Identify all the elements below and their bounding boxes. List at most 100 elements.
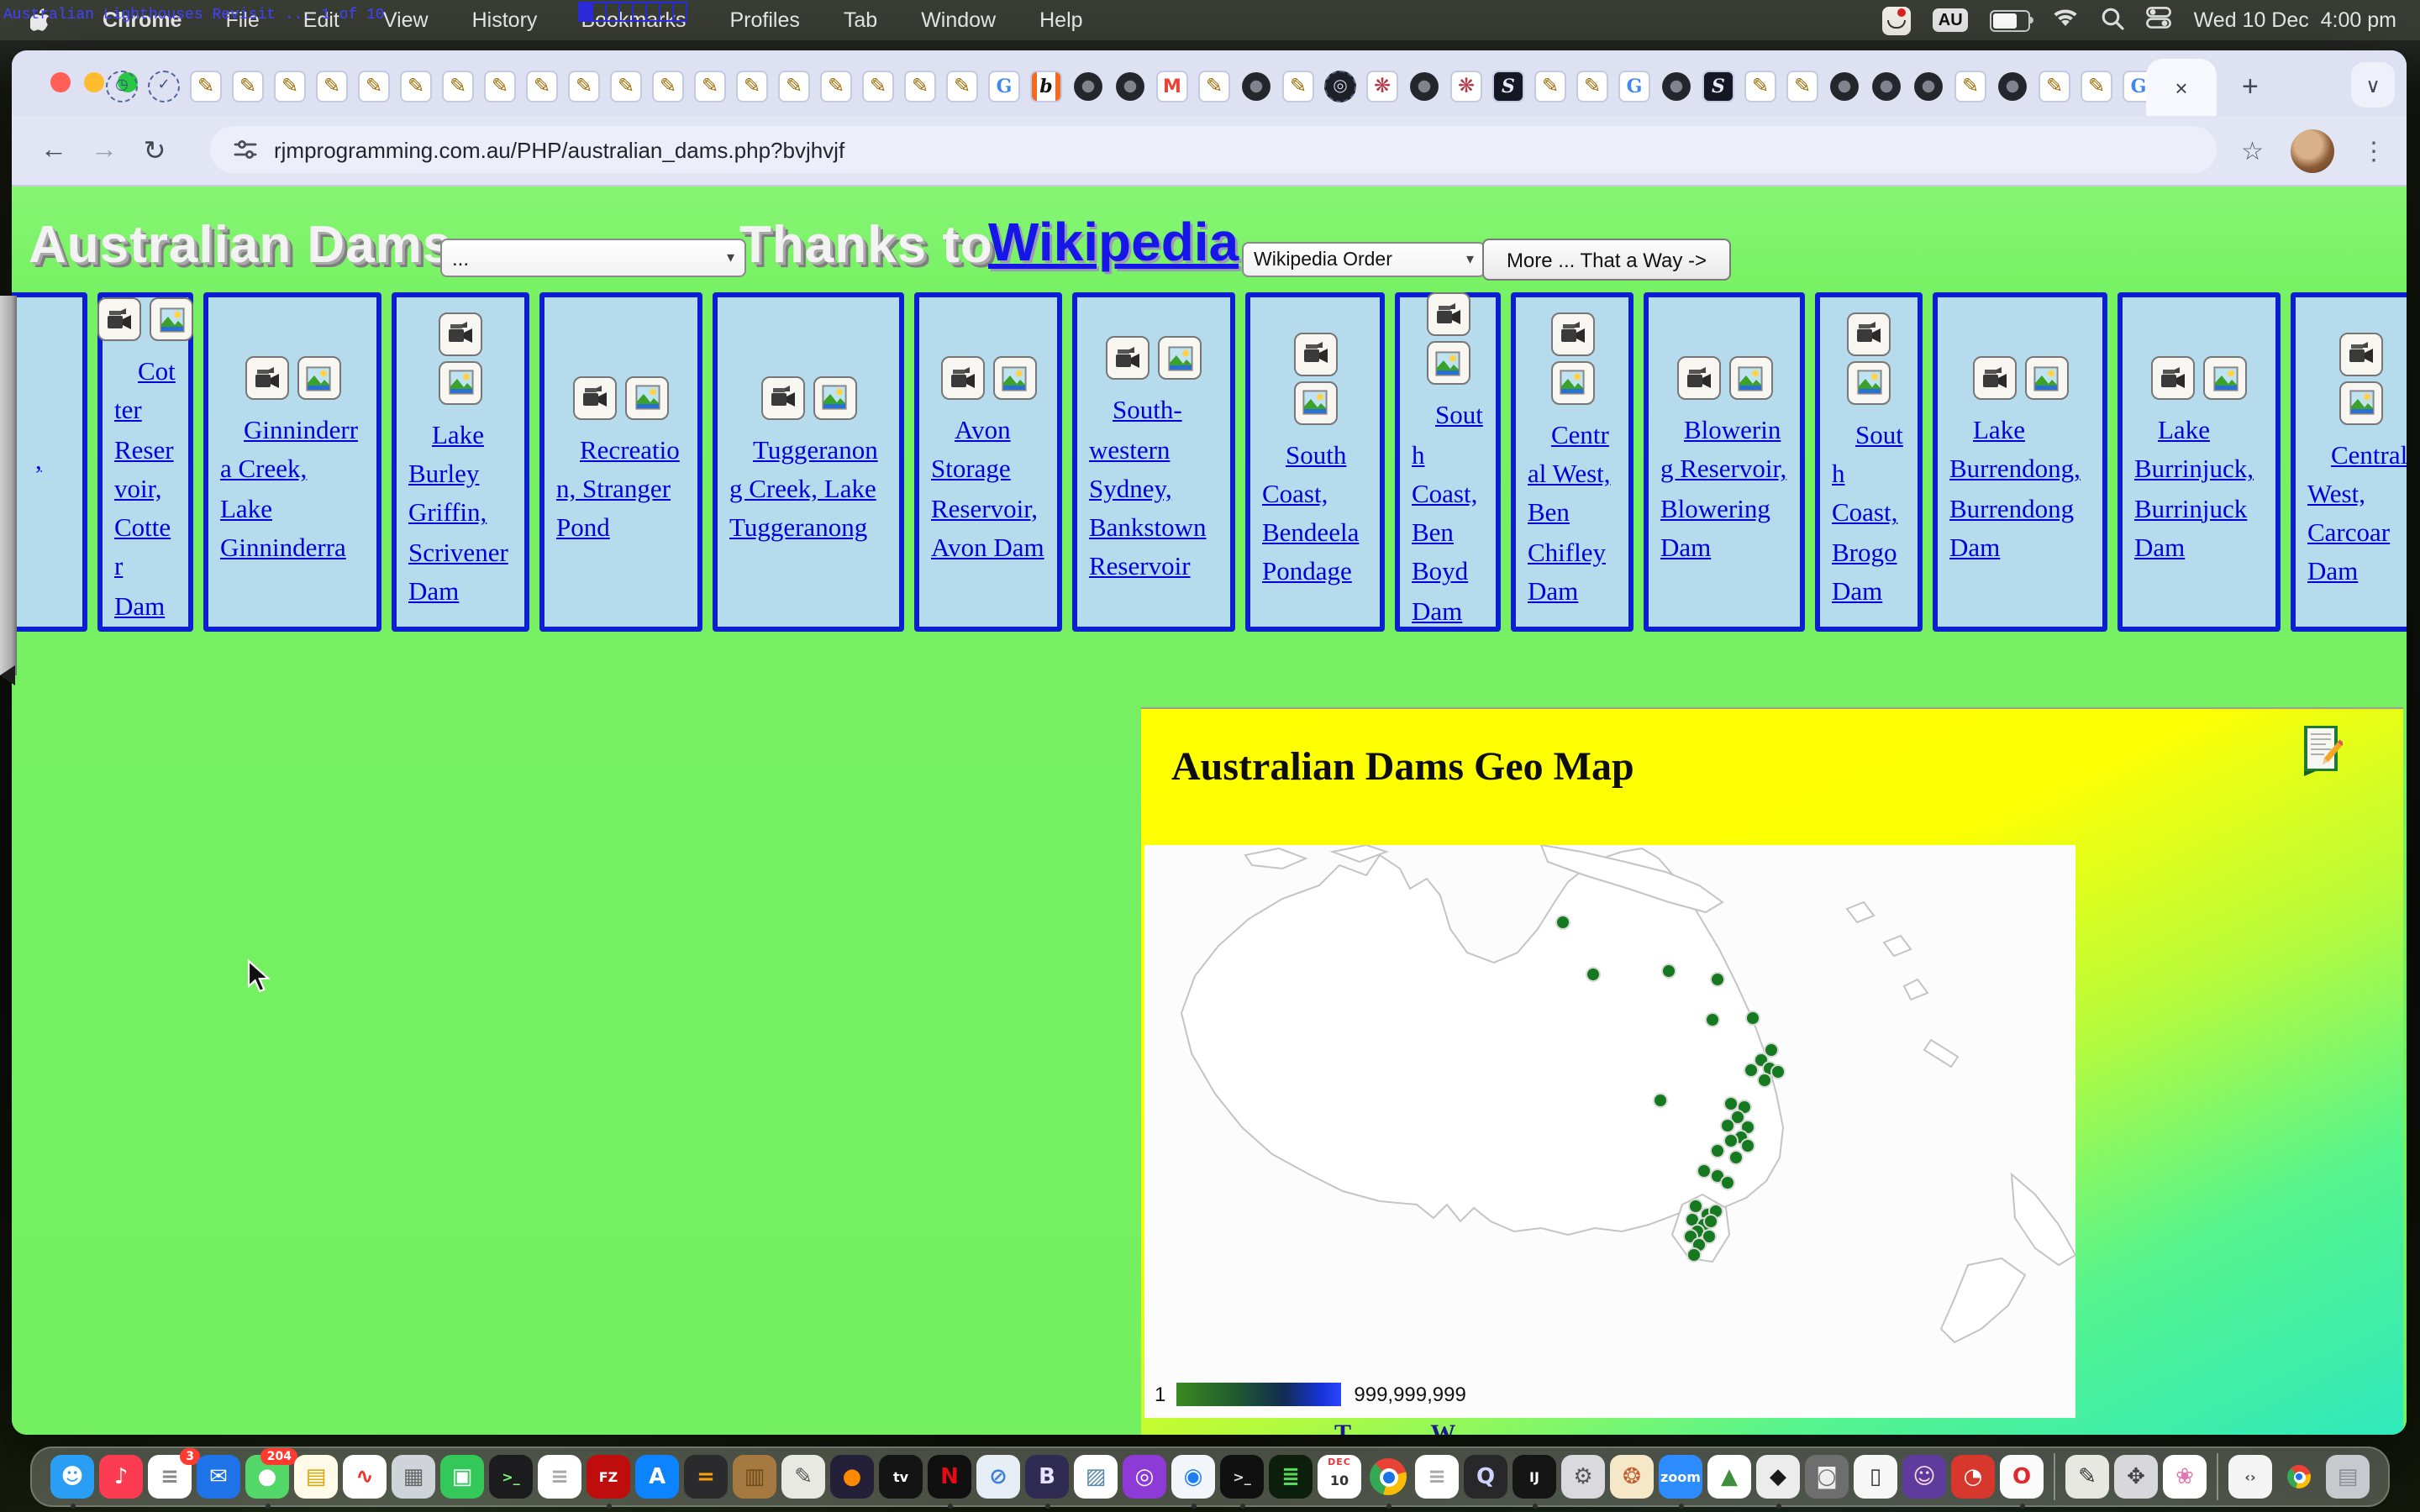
- dock-icon-appstore[interactable]: A: [635, 1455, 679, 1499]
- video-link-button[interactable]: [439, 312, 482, 356]
- dock-icon-terminal[interactable]: >_: [489, 1455, 533, 1499]
- pinned-tab-dots[interactable]: ❋: [1361, 64, 1403, 108]
- pinned-tab-chrome[interactable]: [1991, 64, 2033, 108]
- dam-location-dot[interactable]: [1744, 1063, 1758, 1077]
- address-bar[interactable]: rjmprogramming.com.au/PHP/australian_dam…: [210, 126, 2217, 173]
- pinned-tab-pencil[interactable]: ✎: [353, 64, 395, 108]
- dock-icon-calendar[interactable]: DEC10: [1318, 1455, 1361, 1499]
- dock-icon-mail[interactable]: ✉: [197, 1455, 240, 1499]
- image-link-button[interactable]: [297, 356, 340, 400]
- pinned-tab-target[interactable]: ◎: [1319, 64, 1361, 108]
- menubar-clock[interactable]: Wed 10 Dec 4:00 pm: [2194, 8, 2396, 32]
- pinned-tab-dots[interactable]: ❋: [1445, 64, 1487, 108]
- dock-icon-html-file[interactable]: ‹›: [2228, 1455, 2272, 1499]
- pinned-tab-chrome[interactable]: [1403, 64, 1445, 108]
- image-link-button[interactable]: [2339, 381, 2383, 424]
- image-link-button[interactable]: [2024, 356, 2068, 400]
- pinned-tab-pencil[interactable]: ✎: [857, 64, 899, 108]
- pinned-tab-pencil[interactable]: ✎: [899, 64, 941, 108]
- video-link-button[interactable]: [1426, 293, 1470, 337]
- pinned-tab-chrome[interactable]: [1907, 64, 1949, 108]
- battery-icon[interactable]: [1991, 9, 2031, 31]
- pinned-tab-pencil[interactable]: ✎: [2075, 64, 2118, 108]
- dam-location-dot[interactable]: [1697, 1164, 1711, 1178]
- dam-location-dot[interactable]: [1724, 1097, 1738, 1110]
- pinned-tab-clock2[interactable]: ✓: [143, 64, 185, 108]
- dam-link[interactable]: Cotter Reservoir, Cotter Dam: [103, 353, 188, 627]
- new-tab-button[interactable]: +: [2242, 71, 2259, 104]
- dock-icon-activity[interactable]: ∿: [343, 1455, 387, 1499]
- menu-item-help[interactable]: Help: [1018, 8, 1104, 32]
- dam-location-dot[interactable]: [1687, 1248, 1701, 1262]
- dock-icon-inkscape[interactable]: ◆: [1756, 1455, 1800, 1499]
- dam-link[interactable]: Ginninderra Creek, Lake Ginninderra: [208, 412, 376, 568]
- dock-icon-gimp[interactable]: ◙: [1805, 1455, 1849, 1499]
- pinned-tab-chrome[interactable]: [1655, 64, 1697, 108]
- tab-search-button[interactable]: ∨: [2351, 62, 2395, 108]
- pinned-tab-pencil[interactable]: ✎: [269, 64, 311, 108]
- dock-icon-zoom[interactable]: zoom: [1659, 1455, 1702, 1499]
- dock-icon-nosign[interactable]: ⊘: [976, 1455, 1020, 1499]
- dock-icon-finder[interactable]: ☻: [50, 1455, 94, 1499]
- image-link-button[interactable]: [1847, 361, 1891, 405]
- video-link-button[interactable]: [2151, 356, 2195, 400]
- pinned-tab-chrome[interactable]: [1823, 64, 1865, 108]
- dam-location-dot[interactable]: [1689, 1200, 1702, 1213]
- dock-icon-palette[interactable]: ❂: [1610, 1455, 1654, 1499]
- dock-icon-gauge-app[interactable]: ◔: [1951, 1455, 1995, 1499]
- dam-link[interactable]: Lake Burrendong, Burrendong Dam: [1938, 412, 2102, 568]
- dock-icon-addressbook[interactable]: ▥: [733, 1455, 776, 1499]
- dock-icon-messages[interactable]: ●204: [245, 1455, 289, 1499]
- order-select[interactable]: Wikipedia Order▾: [1242, 242, 1486, 277]
- pinned-tab-pencil[interactable]: ✎: [689, 64, 731, 108]
- dock-icon-exec-window[interactable]: ≣: [1269, 1455, 1313, 1499]
- dock-icon-image-viewer[interactable]: ▨: [1074, 1455, 1118, 1499]
- video-link-button[interactable]: [1550, 312, 1594, 356]
- dam-link[interactable]: South Coast, Brogo Dam: [1820, 417, 1918, 612]
- video-link-button[interactable]: [1293, 332, 1337, 375]
- pinned-tab-pencil[interactable]: ✎: [1781, 64, 1823, 108]
- menu-item-profiles[interactable]: Profiles: [708, 8, 822, 32]
- dam-location-dot[interactable]: [1771, 1065, 1785, 1079]
- dam-location-dot[interactable]: [1704, 1215, 1718, 1228]
- video-link-button[interactable]: [940, 356, 984, 400]
- dock-icon-filezilla[interactable]: FZ: [587, 1455, 630, 1499]
- dock-icon-opera[interactable]: O: [2000, 1455, 2044, 1499]
- dock-icon-iphone-mirroring[interactable]: ▯: [1854, 1455, 1897, 1499]
- australia-geo-map[interactable]: 1 999,999,999: [1144, 845, 2075, 1418]
- active-tab[interactable]: ×: [2146, 59, 2217, 116]
- dock-icon-textedit[interactable]: ≡: [538, 1455, 581, 1499]
- dam-link[interactable]: Lake Burley Griffin, Scrivener Dam: [397, 417, 524, 612]
- dock-icon-chrome[interactable]: [1366, 1455, 1410, 1499]
- pinned-tab-pencil[interactable]: ✎: [395, 64, 437, 108]
- bookmark-star-icon[interactable]: ☆: [2241, 135, 2264, 165]
- dock-icon-terminal-2[interactable]: >_: [1220, 1455, 1264, 1499]
- dam-link[interactable]: Central West, Carcoar Dam: [2296, 436, 2407, 592]
- profile-avatar[interactable]: [2291, 129, 2334, 172]
- wifi-icon[interactable]: [2053, 8, 2080, 33]
- video-link-button[interactable]: [245, 356, 288, 400]
- back-button[interactable]: ←: [29, 135, 79, 165]
- pinned-tab-pencil[interactable]: ✎: [647, 64, 689, 108]
- dock-icon-quicktime[interactable]: Q: [1464, 1455, 1507, 1499]
- video-link-button[interactable]: [1106, 337, 1150, 381]
- app-status-icon[interactable]: [1882, 6, 1911, 34]
- pinned-tab-clock[interactable]: ◷: [101, 64, 143, 108]
- dam-location-dot[interactable]: [1721, 1119, 1734, 1132]
- video-link-button[interactable]: [760, 375, 804, 419]
- dam-location-dot[interactable]: [1711, 1144, 1724, 1158]
- dock-icon-appletv[interactable]: tv: [879, 1455, 923, 1499]
- dock-icon-calculator[interactable]: =: [684, 1455, 728, 1499]
- image-link-button[interactable]: [625, 375, 669, 419]
- input-source-indicator[interactable]: AU: [1933, 8, 1969, 32]
- dock-icon-notes[interactable]: ▤: [294, 1455, 338, 1499]
- pinned-tab-pencil[interactable]: ✎: [815, 64, 857, 108]
- video-link-button[interactable]: [1847, 312, 1891, 356]
- dam-link[interactable]: Lake Burrinjuck, Burrinjuck Dam: [2123, 412, 2275, 568]
- dock-icon-intellij[interactable]: IJ: [1512, 1455, 1556, 1499]
- dock-icon-firefox[interactable]: ●: [830, 1455, 874, 1499]
- video-link-button[interactable]: [97, 297, 141, 341]
- dam-location-dot[interactable]: [1711, 973, 1724, 986]
- video-link-button[interactable]: [573, 375, 617, 419]
- pinned-tab-pencil[interactable]: ✎: [731, 64, 773, 108]
